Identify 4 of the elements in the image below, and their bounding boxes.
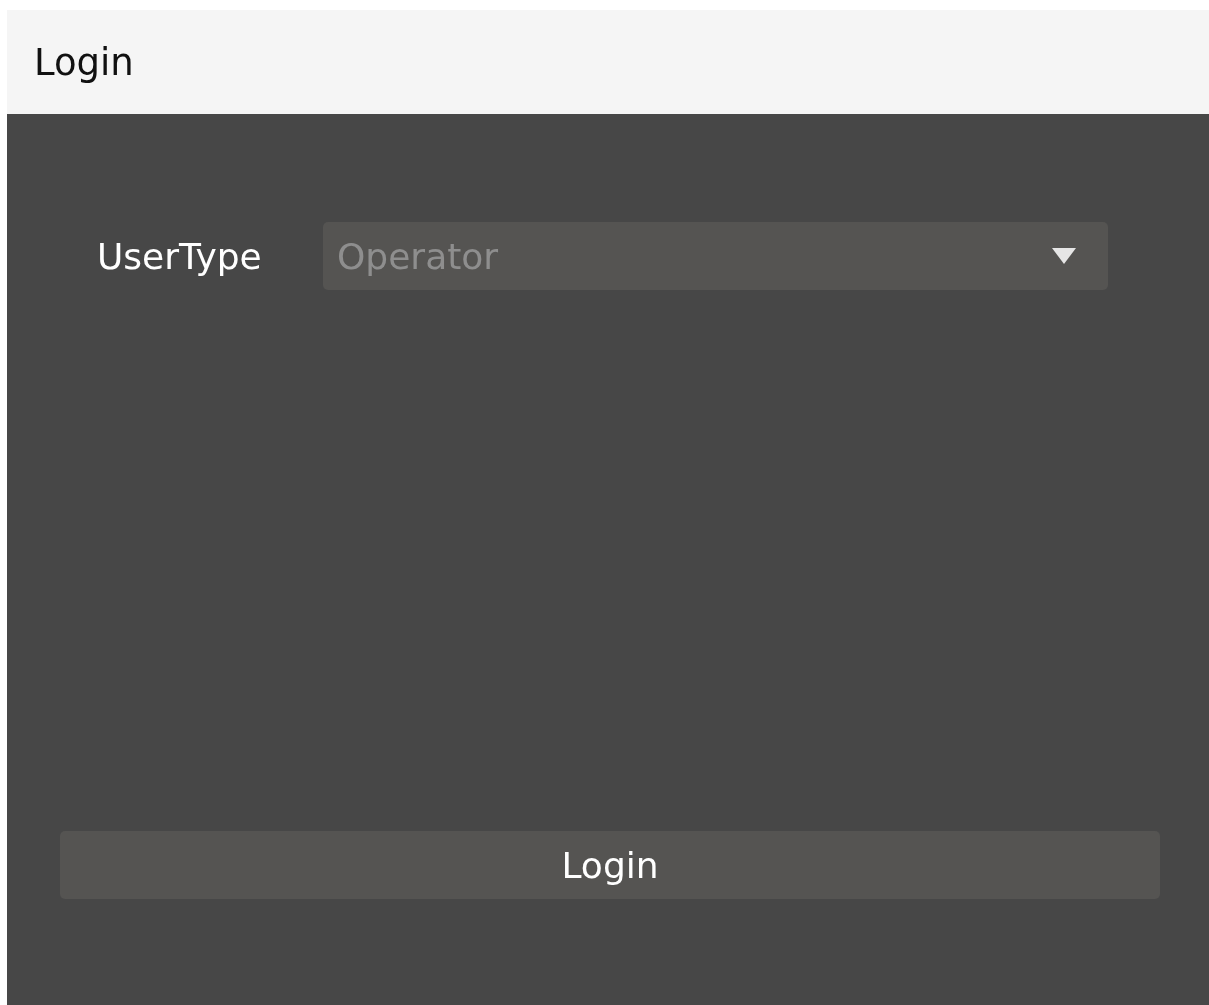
user-type-label: UserType (97, 235, 263, 277)
caret-icon (1052, 248, 1076, 264)
login-button[interactable]: Login (60, 831, 1160, 899)
window-title: Login (34, 40, 134, 84)
